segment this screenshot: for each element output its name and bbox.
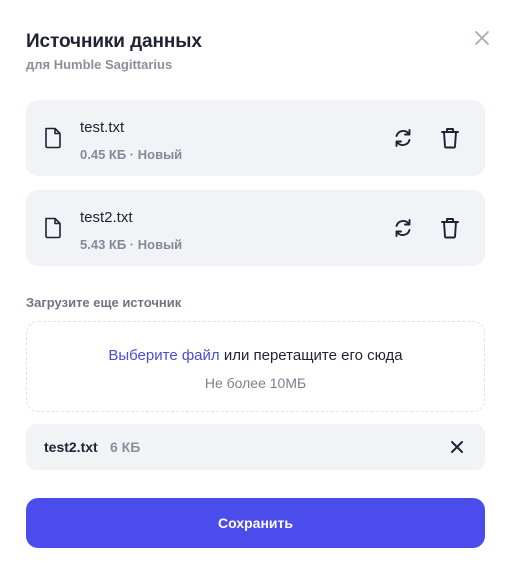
refresh-icon[interactable] — [392, 217, 414, 239]
save-button[interactable]: Сохранить — [26, 498, 485, 548]
data-sources-modal: Источники данных для Humble Sagittarius … — [0, 0, 512, 576]
close-icon[interactable] — [472, 28, 492, 48]
file-icon — [45, 127, 61, 149]
choose-file-link[interactable]: Выберите файл — [108, 347, 219, 364]
source-file-meta: 0.45 КБ · Новый — [80, 147, 183, 162]
source-file-name: test.txt — [80, 119, 125, 136]
refresh-icon[interactable] — [392, 127, 414, 149]
upload-label: Загрузите еще источник — [26, 295, 182, 310]
trash-icon[interactable] — [439, 216, 461, 240]
source-file-meta: 5.43 КБ · Новый — [80, 237, 183, 252]
source-item: test.txt 0.45 КБ · Новый — [26, 100, 485, 176]
source-item: test2.txt 5.43 КБ · Новый — [26, 190, 485, 266]
dropzone-drop-text: или перетащите его сюда — [219, 347, 403, 364]
modal-subtitle: для Humble Sagittarius — [26, 57, 173, 72]
source-file-name: test2.txt — [80, 209, 133, 226]
pending-upload-item: test2.txt 6 КБ — [26, 424, 485, 470]
trash-icon[interactable] — [439, 126, 461, 150]
dropzone-prompt: Выберите файл или перетащите его сюда — [27, 347, 484, 364]
close-icon[interactable] — [450, 440, 464, 454]
dropzone-limit: Не более 10МБ — [204, 375, 307, 391]
file-icon — [45, 217, 61, 239]
modal-title: Источники данных — [26, 31, 202, 52]
pending-file-size: 6 КБ — [110, 439, 141, 455]
pending-file-name: test2.txt — [44, 439, 98, 455]
file-dropzone[interactable]: Выберите файл или перетащите его сюда Не… — [26, 321, 485, 412]
